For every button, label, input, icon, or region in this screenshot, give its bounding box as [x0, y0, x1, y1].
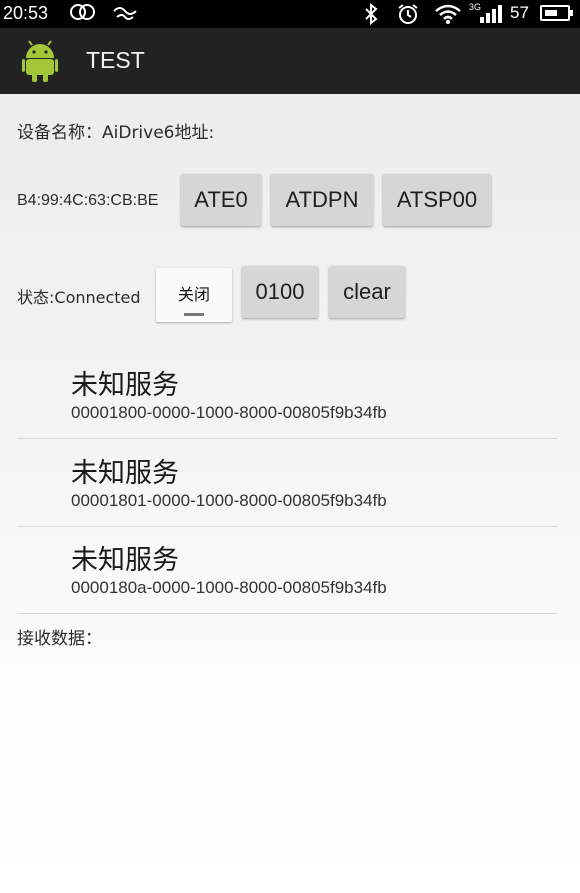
clear-button[interactable]: clear	[329, 266, 405, 318]
dual-circle-icon	[68, 3, 98, 26]
status-time: 20:53	[3, 3, 49, 23]
service-name: 未知服务	[71, 370, 179, 401]
atsp00-button[interactable]: ATSP00	[383, 174, 491, 226]
app-title: TEST	[86, 47, 145, 73]
close-toggle-button[interactable]: 关闭	[156, 268, 232, 322]
service-list-item[interactable]: 未知服务 00001800-0000-1000-8000-00805f9b34f…	[17, 351, 557, 439]
ate0-button[interactable]: ATE0	[181, 174, 261, 226]
service-list-item[interactable]: 未知服务 00001801-0000-1000-8000-00805f9b34f…	[17, 439, 557, 527]
android-icon	[22, 40, 58, 82]
cmd-0100-button[interactable]: 0100	[242, 266, 318, 318]
device-name-label: 设备名称：AiDrive6地址:	[17, 123, 215, 143]
service-uuid: 00001801-0000-1000-8000-00805f9b34fb	[71, 491, 387, 510]
connection-status: 状态:Connected	[17, 288, 141, 307]
battery-level: 57	[510, 3, 529, 22]
action-bar: TEST	[0, 28, 580, 94]
service-list-item[interactable]: 未知服务 0000180a-0000-1000-8000-00805f9b34f…	[17, 526, 557, 614]
toggle-label: 关闭	[177, 285, 210, 304]
atdpn-button[interactable]: ATDPN	[271, 174, 373, 226]
network-type-label: 3G	[469, 2, 482, 12]
main-content: 设备名称：AiDrive6地址: B4:99:4C:63:CB:BE ATE0 …	[0, 94, 580, 893]
receive-data-label: 接收数据：	[17, 629, 102, 649]
gesture-icon	[112, 3, 138, 28]
toggle-indicator	[184, 313, 204, 316]
service-name: 未知服务	[71, 458, 179, 489]
bluetooth-icon	[364, 2, 378, 30]
service-name: 未知服务	[71, 545, 179, 576]
device-address: B4:99:4C:63:CB:BE	[17, 192, 159, 209]
status-bar: 20:53 3G 57	[0, 0, 580, 28]
wifi-icon	[434, 3, 462, 30]
battery-icon	[540, 5, 570, 21]
service-uuid: 00001800-0000-1000-8000-00805f9b34fb	[71, 403, 387, 422]
alarm-icon	[396, 3, 420, 30]
service-uuid: 0000180a-0000-1000-8000-00805f9b34fb	[71, 578, 387, 597]
